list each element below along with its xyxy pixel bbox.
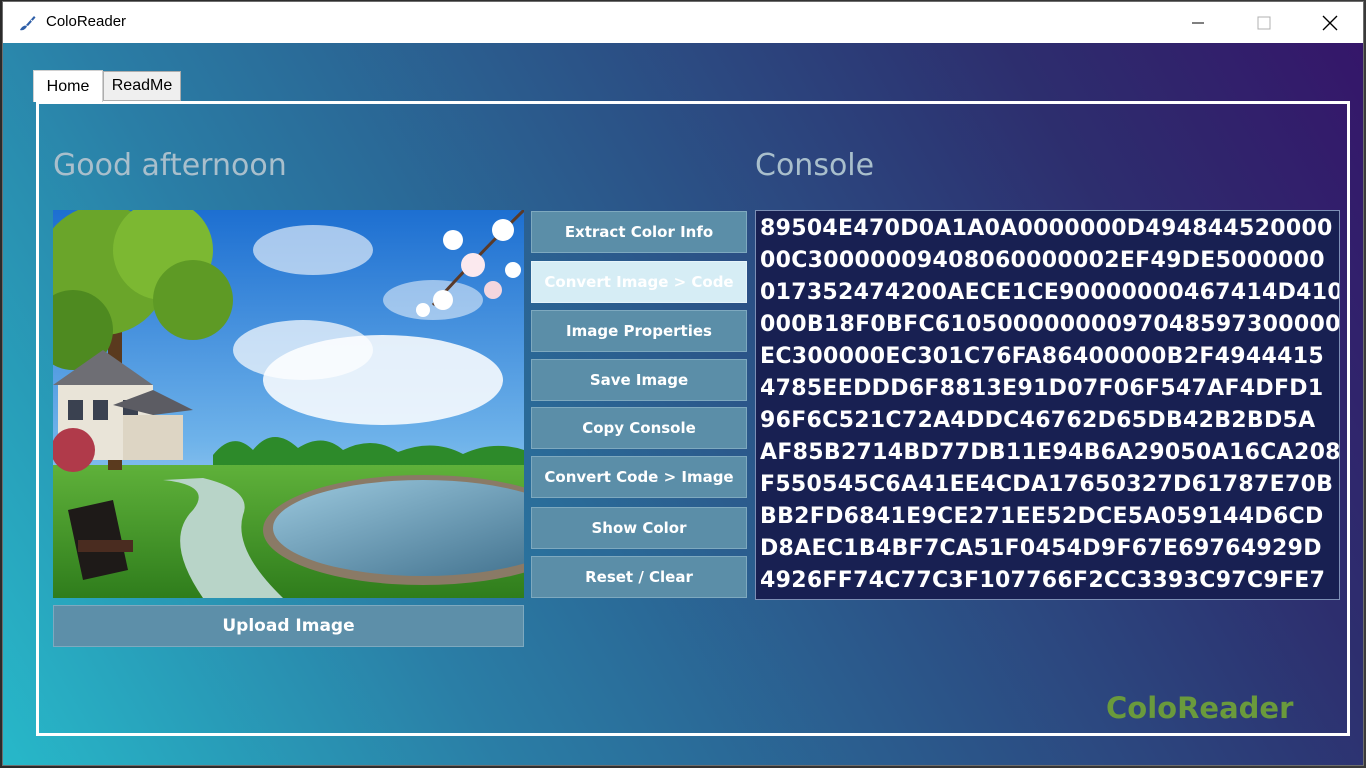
- landscape-image: [53, 210, 524, 598]
- console-line: 017352474200AECE1CE90000000467414D410: [760, 280, 1340, 305]
- brand-logo-text: ColoReader: [1106, 691, 1294, 725]
- console-line: D8AEC1B4BF7CA51F0454D9F67E69764929D: [760, 536, 1322, 561]
- greeting-heading: Good afternoon: [53, 148, 287, 183]
- console-heading: Console: [755, 148, 875, 183]
- close-icon: [1322, 15, 1338, 30]
- console-line: 4785EEDDD6F8813E91D07F06F547AF4DFD1: [760, 376, 1324, 401]
- copy-console-button[interactable]: Copy Console: [531, 407, 747, 449]
- console-line: EC300000EC301C76FA86400000B2F4944415: [760, 344, 1324, 369]
- console-line: 89504E470D0A1A0A0000000D494844520000: [760, 216, 1333, 241]
- minimize-icon: [1192, 22, 1204, 23]
- window-title: ColoReader: [46, 13, 127, 30]
- console-line: 000B18F0BFC61050000000097048597300000: [760, 312, 1340, 337]
- brush-icon: [20, 16, 36, 31]
- maximize-icon: [1257, 16, 1271, 29]
- show-color-button[interactable]: Show Color: [531, 507, 747, 549]
- upload-image-button[interactable]: Upload Image: [53, 605, 524, 647]
- tab-readme[interactable]: ReadMe: [103, 71, 181, 101]
- image-properties-button[interactable]: Image Properties: [531, 310, 747, 352]
- minimize-button[interactable]: [1165, 2, 1231, 43]
- console-line: BB2FD6841E9CE271EE52DCE5A059144D6CD: [760, 504, 1324, 529]
- console-line: 00C30000009408060000002EF49DE5000000: [760, 248, 1325, 273]
- image-preview: [53, 210, 524, 598]
- convert-image-to-code-button[interactable]: Convert Image > Code: [531, 261, 747, 303]
- console-line: 4926FF74C77C3F107766F2CC3393C97C9FE7: [760, 568, 1326, 593]
- tab-home[interactable]: Home: [33, 70, 103, 102]
- console-line: 96F6C521C72A4DDC46762D65DB42B2BD5A: [760, 408, 1316, 433]
- extract-color-info-button[interactable]: Extract Color Info: [531, 211, 747, 253]
- maximize-button[interactable]: [1231, 2, 1297, 43]
- title-bar[interactable]: ColoReader: [3, 2, 1363, 43]
- console-line: F550545C6A41EE4CDA17650327D61787E70B: [760, 472, 1334, 497]
- reset-clear-button[interactable]: Reset / Clear: [531, 556, 747, 598]
- app-window: ColoReader Home ReadMe Good afternoon Co…: [2, 1, 1364, 766]
- client-area: Home ReadMe Good afternoon Console Uploa…: [3, 43, 1363, 765]
- console-output[interactable]: 89504E470D0A1A0A0000000D494844520000 00C…: [755, 210, 1340, 600]
- save-image-button[interactable]: Save Image: [531, 359, 747, 401]
- convert-code-to-image-button[interactable]: Convert Code > Image: [531, 456, 747, 498]
- console-line: AF85B2714BD77DB11E94B6A29050A16CA208: [760, 440, 1340, 465]
- close-button[interactable]: [1297, 2, 1363, 43]
